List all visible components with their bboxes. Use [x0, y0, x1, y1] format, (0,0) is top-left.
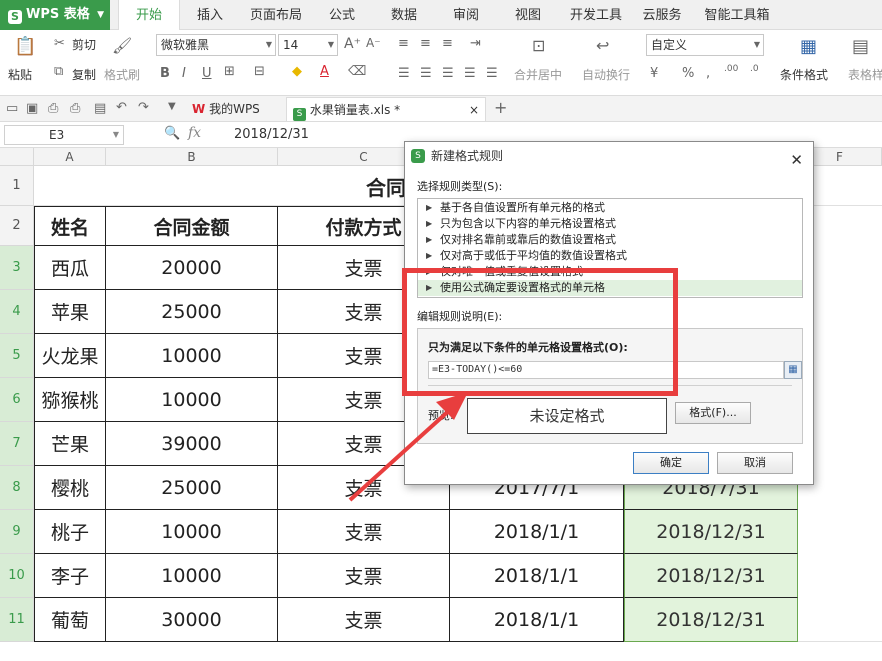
annotation-arrow-shaft — [348, 406, 454, 502]
annotation-arrow — [348, 392, 468, 502]
